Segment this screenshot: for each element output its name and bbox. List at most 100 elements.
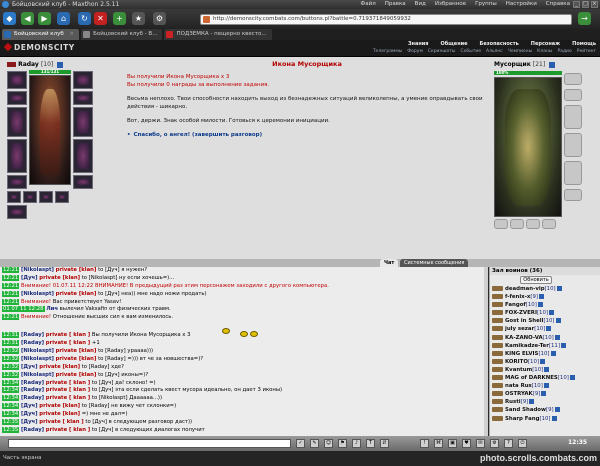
nav-character[interactable]: Персонаж xyxy=(531,41,560,47)
info-icon xyxy=(537,302,543,308)
menu-view[interactable]: Вид xyxy=(415,0,426,9)
info-icon[interactable] xyxy=(549,61,556,68)
chat-input[interactable] xyxy=(8,439,291,448)
online-user[interactable]: Rusti[9] xyxy=(490,398,600,406)
help-icon[interactable]: ? xyxy=(504,439,513,448)
nav-alliance[interactable]: Альянс xyxy=(486,49,503,54)
online-user[interactable]: FOX-ZVERI[10] xyxy=(490,309,600,317)
close-button[interactable]: × xyxy=(591,1,598,8)
clan-icon xyxy=(492,415,503,421)
nav-telegrams[interactable]: Телеграммы xyxy=(373,49,402,54)
tab-system-messages[interactable]: Системные сообщения xyxy=(400,259,469,267)
tab-fight-club-2[interactable]: Бойцовский клуб - B... xyxy=(81,29,163,40)
ring-slot-1[interactable] xyxy=(7,191,21,203)
refresh-icon[interactable]: ↻ xyxy=(78,12,91,25)
end-dialog-link[interactable]: Спасибо, о ангел! (завершить разговор) xyxy=(127,132,487,138)
nav-security[interactable]: Безопасность xyxy=(480,41,519,47)
chat-scrollbar[interactable] xyxy=(484,267,488,436)
shield-slot[interactable] xyxy=(73,107,93,137)
map-icon[interactable]: ⌘ xyxy=(434,439,443,448)
menu-file[interactable]: Файл xyxy=(361,0,376,9)
forward-icon[interactable]: ▶ xyxy=(38,12,51,25)
online-user[interactable]: Sharp Fang[10] xyxy=(490,415,600,423)
menu-favorites[interactable]: Избранное xyxy=(435,0,466,9)
info-icon[interactable] xyxy=(57,61,64,68)
necklace-slot[interactable] xyxy=(73,91,93,105)
nav-champions[interactable]: Чемпионы xyxy=(508,49,532,54)
menu-settings[interactable]: Настройки xyxy=(506,0,537,9)
online-user[interactable]: Fangof[10] xyxy=(490,301,600,309)
ring-slot-2[interactable] xyxy=(23,191,37,203)
bag-slot[interactable] xyxy=(7,205,27,219)
nav-event[interactable]: Событие xyxy=(460,49,481,54)
online-user[interactable]: KORITO[10] xyxy=(490,358,600,366)
favorites-icon[interactable]: ★ xyxy=(132,12,145,25)
nav-radio[interactable]: Радио xyxy=(557,49,571,54)
ring-slot-3[interactable] xyxy=(39,191,53,203)
translit-icon[interactable]: T xyxy=(366,439,375,448)
boots-slot[interactable] xyxy=(73,175,93,189)
scroll-lock-icon[interactable]: ⇵ xyxy=(380,439,389,448)
maxthon-menu-icon[interactable]: ◆ xyxy=(3,12,16,25)
filter-icon[interactable]: ⚑ xyxy=(338,439,347,448)
online-user[interactable]: KING ELVIS[10] xyxy=(490,350,600,358)
settings-icon[interactable]: ⚙ xyxy=(490,439,499,448)
sound-icon[interactable]: ♪ xyxy=(352,439,361,448)
online-user[interactable]: july sezar[10] xyxy=(490,325,600,333)
online-user[interactable]: MAG of DARKNES[10] xyxy=(490,374,600,382)
refresh-button[interactable]: Обновить xyxy=(520,276,552,284)
belt-slot[interactable] xyxy=(7,175,27,189)
gloves-slot[interactable] xyxy=(73,139,93,173)
menu-groups[interactable]: Группы xyxy=(475,0,497,9)
nav-forum[interactable]: Форум xyxy=(407,49,423,54)
smiles-icon[interactable]: ☺ xyxy=(324,439,333,448)
chat-line: 12:32 [Дуч] private [klan] to [Raday] хд… xyxy=(2,363,124,370)
inventory-icon[interactable]: ▣ xyxy=(448,439,457,448)
maximize-button[interactable]: □ xyxy=(582,1,589,8)
menu-edit[interactable]: Правка xyxy=(385,0,406,9)
send-icon[interactable]: ✓ xyxy=(296,439,305,448)
new-tab-icon[interactable]: + xyxy=(113,12,126,25)
chat-line: 12:31 [Raday] private [ klan ] +1 xyxy=(2,340,100,347)
tools-icon[interactable]: ⚙ xyxy=(153,12,166,25)
address-bar[interactable]: http://demonscity.combats.com/buttons.pl… xyxy=(200,14,572,25)
online-user[interactable]: OSTRYAK[9] xyxy=(490,390,600,398)
mail-icon[interactable]: ✉ xyxy=(476,439,485,448)
weapon-slot[interactable] xyxy=(7,107,27,137)
helmet-slot[interactable] xyxy=(7,71,27,89)
minimize-button[interactable]: _ xyxy=(573,1,580,8)
amulet-slot[interactable] xyxy=(7,91,27,105)
npc-slot xyxy=(564,89,582,101)
friends-icon[interactable]: ♥ xyxy=(462,439,471,448)
online-user[interactable]: Sand Shadow[9] xyxy=(490,406,600,414)
menu-help[interactable]: Справка xyxy=(546,0,570,9)
online-user[interactable]: KA-ZANO-VA[10] xyxy=(490,334,600,342)
online-user[interactable]: Gost in Shell[10] xyxy=(490,317,600,325)
home-icon[interactable]: ⌂ xyxy=(57,12,70,25)
exit-icon[interactable]: ⏻ xyxy=(518,439,527,448)
nav-clans[interactable]: Кланы xyxy=(537,49,552,54)
armor-slot[interactable] xyxy=(7,139,27,173)
tab-close-icon[interactable]: × xyxy=(70,31,75,37)
online-user[interactable]: f-fenix-x[9] xyxy=(490,293,600,301)
online-user[interactable]: Kamikadze-Ter[11] xyxy=(490,342,600,350)
earrings-slot[interactable] xyxy=(73,71,93,89)
nav-screenshots[interactable]: Скриншоты xyxy=(428,49,456,54)
nav-help[interactable]: Помощь xyxy=(572,41,596,47)
nav-knowledge[interactable]: Знания xyxy=(408,41,429,47)
online-user[interactable]: nata Rus[10] xyxy=(490,382,600,390)
tab-podzemka[interactable]: ПОДЗЕМКА - пещерно квесто... xyxy=(164,29,272,40)
tab-fight-club[interactable]: Бойцовский клуб × xyxy=(2,29,80,40)
back-icon[interactable]: ◀ xyxy=(21,12,34,25)
stop-icon[interactable]: ✕ xyxy=(94,12,107,25)
ring-slot-4[interactable] xyxy=(55,191,69,203)
nav-communication[interactable]: Общение xyxy=(441,41,468,47)
quest-icon[interactable]: ! xyxy=(420,439,429,448)
clan-icon xyxy=(492,318,503,324)
nav-rating[interactable]: Рейтинг xyxy=(577,49,596,54)
go-icon[interactable]: → xyxy=(578,12,591,25)
online-user[interactable]: deadman-vip[10] xyxy=(490,285,600,293)
tab-chat[interactable]: Чат xyxy=(380,259,399,267)
clear-icon[interactable]: ✎ xyxy=(310,439,319,448)
online-user[interactable]: Kvantum[10] xyxy=(490,366,600,374)
